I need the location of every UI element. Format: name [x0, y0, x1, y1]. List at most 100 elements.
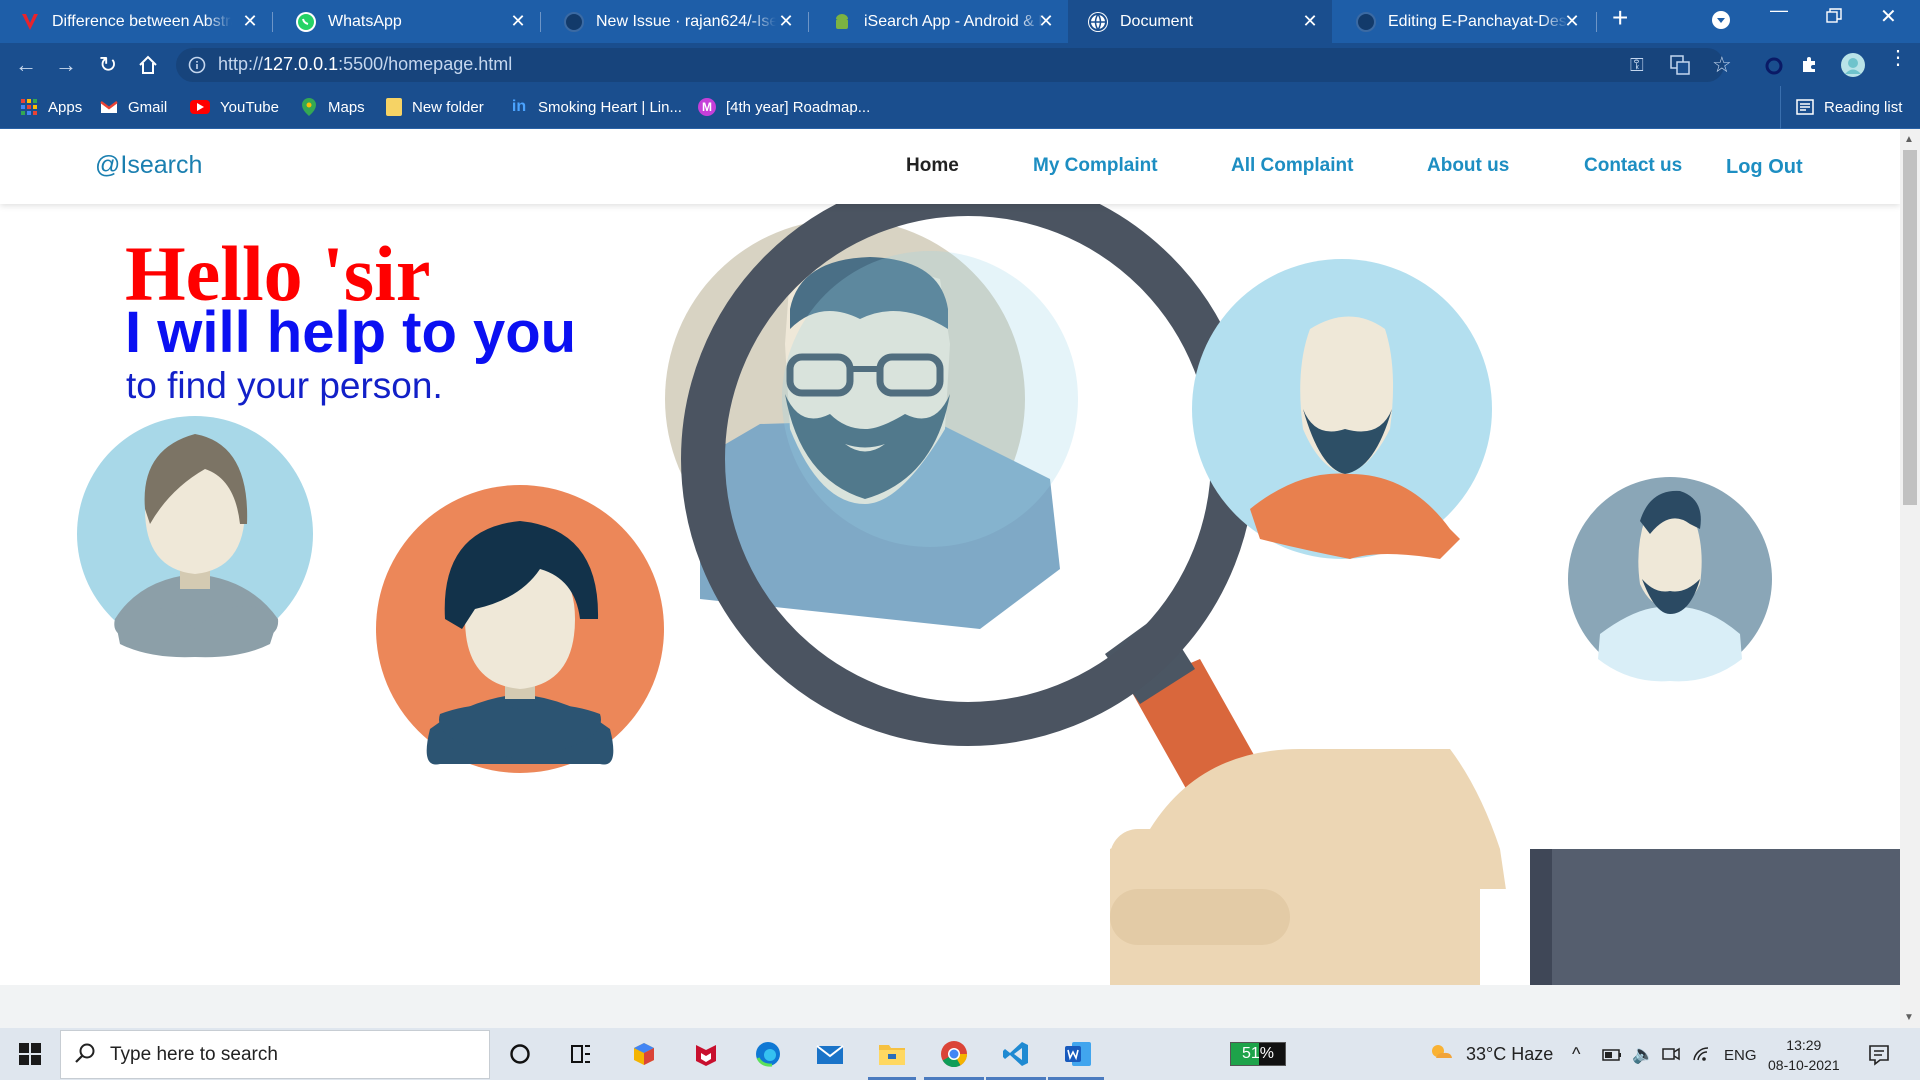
reading-list-label: Reading list [1824, 98, 1903, 116]
close-icon[interactable]: ✕ [508, 11, 528, 32]
folder-icon [386, 98, 402, 116]
bookmark-apps[interactable]: Apps [20, 96, 82, 118]
edge-icon[interactable] [752, 1038, 784, 1070]
system-clock[interactable]: 13:29 08-10-2021 [1768, 1035, 1840, 1075]
home-icon[interactable] [134, 51, 162, 79]
nav-about-us[interactable]: About us [1427, 155, 1509, 177]
extensions-puzzle-icon[interactable] [1800, 54, 1820, 80]
gmail-icon [100, 98, 118, 116]
tab-title: Difference between Abstrac [52, 12, 232, 30]
tab-isearch-app[interactable]: iSearch App - Android & Ph ✕ [812, 0, 1068, 43]
meet-now-icon[interactable] [1662, 1046, 1680, 1067]
bookmark-gmail[interactable]: Gmail [100, 96, 167, 118]
reload-icon[interactable]: ↻ [94, 51, 122, 79]
site-brand-logo[interactable]: @Isearch [95, 151, 202, 180]
tray-chevron-up-icon[interactable]: ^ [1572, 1044, 1580, 1065]
new-tab-button[interactable]: + [1612, 2, 1628, 34]
forward-icon[interactable]: → [52, 51, 80, 79]
tab-strip: Difference between Abstrac ✕ WhatsApp ✕ … [0, 0, 1920, 43]
window-close-icon[interactable]: ✕ [1880, 4, 1897, 29]
weather-sun-icon[interactable] [1428, 1040, 1454, 1069]
globe-icon [1088, 11, 1108, 32]
bookmark-linkedin[interactable]: in Smoking Heart | Lin... [510, 96, 682, 118]
scroll-up-arrow-icon[interactable]: ▲ [1904, 134, 1914, 145]
tab-title: New Issue · rajan624/-Isear [596, 12, 776, 30]
tab-difference-abstract[interactable]: Difference between Abstrac ✕ [0, 0, 272, 43]
tab-new-issue[interactable]: New Issue · rajan624/-Isear ✕ [544, 0, 808, 43]
extension-o-icon[interactable] [1764, 56, 1784, 81]
site-info-icon[interactable] [188, 56, 206, 79]
translate-icon[interactable] [1670, 55, 1690, 80]
tab-search-button[interactable] [1710, 9, 1732, 36]
tab-whatsapp[interactable]: WhatsApp ✕ [276, 0, 540, 43]
tab-editing-e-panchayat[interactable]: Editing E-Panchayat-Deskto ✕ [1336, 0, 1594, 43]
volume-icon[interactable]: 🔈 [1632, 1044, 1654, 1065]
tab-title: WhatsApp [328, 12, 402, 30]
mcafee-icon[interactable] [690, 1038, 722, 1070]
windows-start-icon[interactable] [14, 1038, 46, 1070]
bookmark-roadmap[interactable]: M [4th year] Roadmap... [698, 96, 870, 118]
nav-home[interactable]: Home [906, 155, 959, 177]
battery-tray-icon[interactable] [1602, 1046, 1622, 1067]
tab-title: Document [1120, 12, 1193, 30]
man-beard-portrait [1568, 477, 1772, 682]
nav-log-out[interactable]: Log Out [1726, 156, 1803, 179]
key-icon[interactable]: ⚿ [1630, 55, 1644, 76]
chrome-icon[interactable] [938, 1038, 970, 1070]
close-icon[interactable]: ✕ [776, 11, 796, 32]
battery-meter-widget[interactable]: 51% [1230, 1042, 1286, 1066]
bald-man-portrait [1192, 259, 1492, 559]
bookmark-new-folder[interactable]: New folder [386, 96, 484, 118]
nav-my-complaint[interactable]: My Complaint [1033, 155, 1158, 177]
language-indicator[interactable]: ENG [1724, 1047, 1757, 1064]
cube-app-icon[interactable] [628, 1038, 660, 1070]
page-bottom-area [0, 985, 1900, 1028]
tab-document[interactable]: Document ✕ [1068, 0, 1332, 43]
search-icon [74, 1042, 96, 1069]
star-icon[interactable]: ☆ [1712, 52, 1732, 78]
restore-icon[interactable] [1826, 8, 1842, 29]
bookmarks-divider [1780, 86, 1781, 129]
file-explorer-icon[interactable] [876, 1038, 908, 1070]
bookmark-youtube[interactable]: YouTube [190, 96, 279, 118]
close-icon[interactable]: ✕ [240, 11, 260, 32]
v-logo-icon [20, 12, 40, 32]
whatsapp-icon [296, 11, 316, 32]
scroll-down-arrow-icon[interactable]: ▼ [1904, 1012, 1914, 1023]
word-icon[interactable] [1062, 1038, 1094, 1070]
clock-time: 13:29 [1786, 1037, 1822, 1053]
maps-icon [300, 98, 318, 116]
woman-bob-portrait [376, 485, 664, 773]
cortana-icon[interactable] [504, 1038, 536, 1070]
clock-date: 08-10-2021 [1768, 1057, 1840, 1073]
android-icon [832, 12, 852, 32]
bookmark-maps[interactable]: Maps [300, 96, 365, 118]
vscode-icon[interactable] [1000, 1038, 1032, 1070]
apps-grid-icon [20, 98, 38, 116]
menu-kebab-icon[interactable]: ⋮ [1888, 48, 1908, 68]
profile-avatar[interactable] [1840, 52, 1866, 83]
taskbar-search-placeholder: Type here to search [110, 1044, 278, 1065]
wifi-icon[interactable] [1692, 1046, 1710, 1067]
minimize-icon[interactable]: — [1770, 0, 1788, 21]
bookmark-label: New folder [412, 98, 484, 116]
hero-subheadline: to find your person. [126, 365, 443, 406]
url-text[interactable]: http://127.0.0.1:5500/homepage.html [218, 54, 512, 75]
task-view-icon[interactable] [565, 1038, 597, 1070]
web-page: @Isearch Home My Complaint All Complaint… [0, 129, 1900, 985]
scrollbar-thumb[interactable] [1903, 150, 1917, 505]
close-icon[interactable]: ✕ [1036, 11, 1056, 32]
nav-all-complaint[interactable]: All Complaint [1231, 155, 1353, 177]
tab-separator [1596, 12, 1597, 32]
weather-text[interactable]: 33°C Haze [1466, 1044, 1553, 1065]
notifications-icon[interactable] [1868, 1044, 1890, 1071]
close-icon[interactable]: ✕ [1562, 11, 1582, 32]
back-icon[interactable]: ← [12, 51, 40, 79]
nav-contact-us[interactable]: Contact us [1584, 155, 1682, 177]
close-icon[interactable]: ✕ [1300, 11, 1320, 32]
bookmark-label: Maps [328, 98, 365, 116]
github-icon [1356, 11, 1376, 32]
reading-list-button[interactable]: Reading list [1796, 96, 1902, 118]
tab-separator [540, 12, 541, 32]
mail-icon[interactable] [814, 1038, 846, 1070]
